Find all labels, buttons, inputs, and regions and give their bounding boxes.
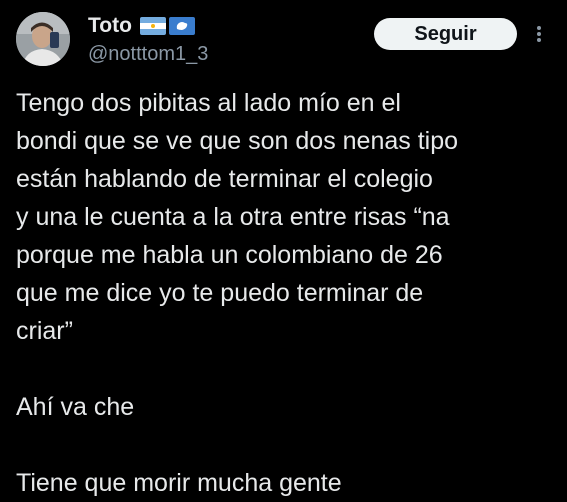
tweet-line: Tiene que morir mucha gente (16, 469, 342, 497)
tweet-line: bondi que se ve que son dos nenas tipo (16, 127, 459, 155)
follow-button[interactable]: Seguir (374, 18, 517, 50)
tweet-line: criar” (16, 317, 73, 345)
tweet-line: Ahí va che (16, 393, 135, 421)
tweet-paragraph: Tengo dos pibitas al lado mío en el bond… (16, 84, 551, 350)
tweet-line: porque me habla un colombiano de 26 (16, 241, 443, 269)
avatar[interactable] (16, 12, 70, 66)
display-name[interactable]: Toto (88, 14, 132, 38)
tweet-line: están hablando de terminar el colegio (16, 165, 433, 193)
tweet-header: Toto @notttom1_3 Seguir (0, 0, 567, 80)
tweet-line: y una le cuenta a la otra entre risas “n… (16, 203, 450, 231)
tweet-line: que me dice yo te puedo terminar de (16, 279, 424, 307)
avatar-photo (16, 12, 70, 66)
argentina-flag-icon (139, 17, 166, 35)
vertical-ellipsis-icon[interactable] (531, 24, 547, 44)
tweet-text: Tengo dos pibitas al lado mío en el bond… (16, 84, 551, 502)
user-handle[interactable]: @notttom1_3 (88, 43, 208, 66)
tweet-line: Tengo dos pibitas al lado mío en el (16, 89, 401, 117)
tweet-paragraph: Ahí va che (16, 388, 551, 426)
tweet-paragraph: Tiene que morir mucha gente (16, 464, 551, 502)
antarctica-flag-icon (168, 17, 195, 35)
